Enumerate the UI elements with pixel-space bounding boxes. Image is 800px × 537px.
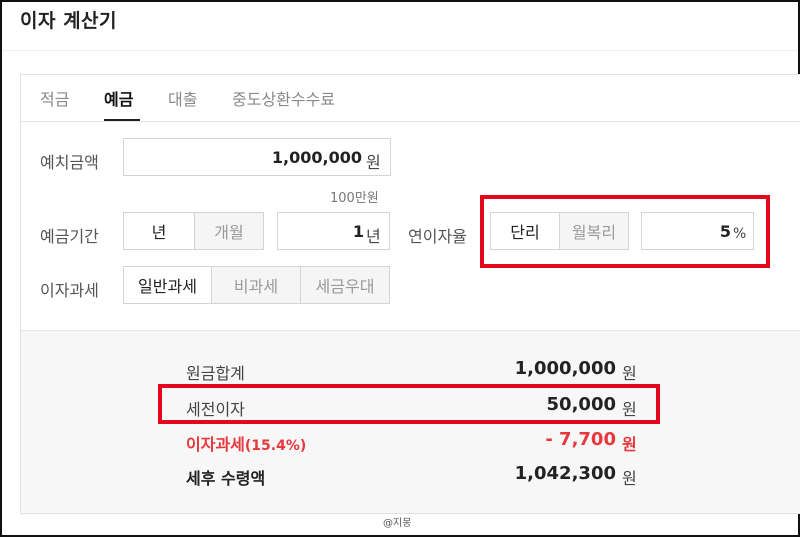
pretax-interest-highlight-box [158,384,660,424]
deposit-amount-value: 1,000,000 [271,148,362,167]
tax-exempt-toggle[interactable]: 비과세 [211,266,301,304]
simple-interest-label: 단리 [510,223,540,242]
tax-preferential-toggle[interactable]: 세금우대 [300,266,390,304]
simple-interest-toggle[interactable]: 단리 [490,212,560,250]
net-amount-label: 세후 수령액 [186,469,266,488]
period-unit-year-toggle[interactable]: 년 [123,212,195,250]
taxation-label: 이자과세 [40,281,99,300]
net-amount-unit: 원 [622,469,637,488]
deposit-period-value: 1 [352,222,364,241]
watermark: @지몽 [383,518,412,529]
net-amount-value: 1,042,300 [514,463,616,484]
period-month-label: 개월 [214,223,244,242]
tabs-divider [21,121,800,122]
deposit-amount-unit: 원 [366,153,381,172]
interest-tax-rate: (15.4%) [244,438,307,454]
tax-general-toggle[interactable]: 일반과세 [123,266,212,304]
tax-general-label: 일반과세 [138,277,197,296]
period-year-label: 년 [151,223,167,242]
tax-exempt-label: 비과세 [233,277,279,296]
interest-tax-label: 이자과세(15.4%) [186,431,306,455]
interest-rate-label: 연이자율 [408,227,467,246]
deposit-period-label: 예금기간 [40,227,99,246]
tax-preferential-label: 세금우대 [315,277,375,296]
interest-tax-label-text: 이자과세 [186,435,245,454]
app-title: 이자 계산기 [20,10,118,32]
principal-label: 원금합계 [186,364,245,383]
principal-value: 1,000,000 [514,358,616,379]
tab-installment-savings[interactable]: 적금 [40,86,69,110]
tab-deposit[interactable]: 예금 [104,86,133,110]
tab-prepayment-fee[interactable]: 중도상환수수료 [232,86,335,110]
deposit-amount-hint: 100만원 [330,191,379,206]
tab-loan[interactable]: 대출 [168,86,197,110]
principal-unit: 원 [622,364,637,383]
interest-tax-value: - 7,700 [545,429,616,450]
interest-tax-unit: 원 [622,435,637,454]
deposit-period-unit: 년 [366,227,381,246]
title-divider [2,50,798,51]
period-unit-month-toggle[interactable]: 개월 [194,212,264,250]
deposit-amount-label: 예치금액 [40,153,99,172]
